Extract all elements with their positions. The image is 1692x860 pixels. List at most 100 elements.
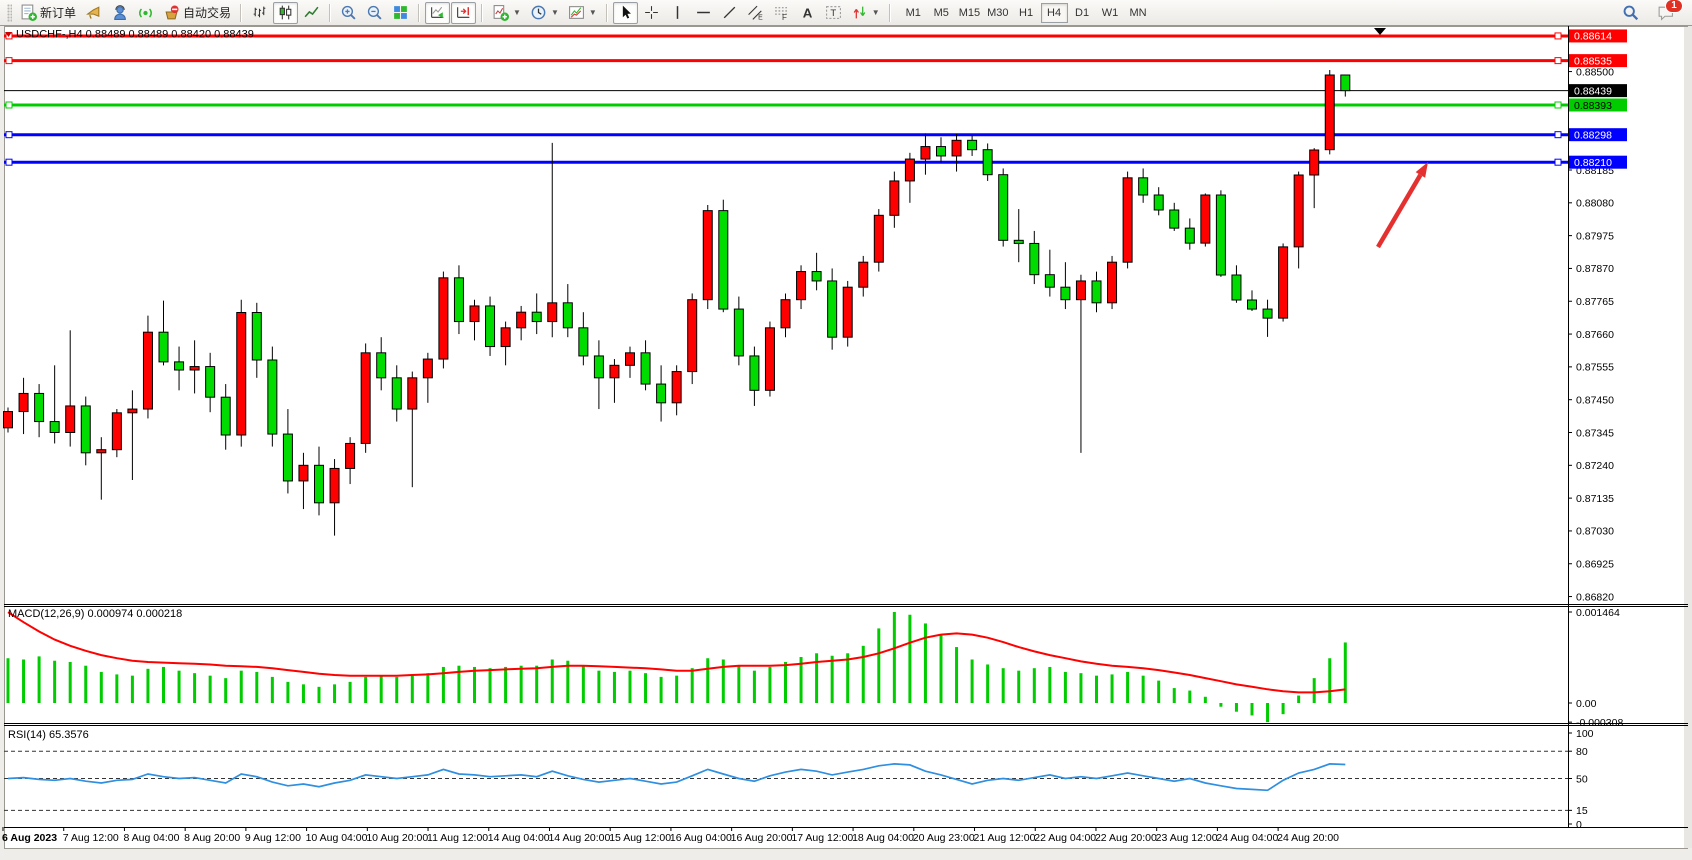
news-signal-button[interactable] [133,2,158,24]
zoom-out-button[interactable] [362,2,387,24]
toolbar-grip[interactable] [7,4,12,22]
timeframe-h1[interactable]: H1 [1013,3,1040,23]
auto-trading-button[interactable]: 自动交易 [159,2,235,24]
chevron-down-icon: ▼ [589,8,597,17]
svg-text:F: F [782,13,787,21]
price-tick-label: 0.87555 [1576,362,1614,374]
sound-alerts-button[interactable] [81,2,106,24]
bar-chart-mode-button[interactable] [247,2,272,24]
candle-body-bear [1045,275,1054,288]
price-tick-label: 0.87765 [1576,296,1614,308]
auto-trading-label: 自动交易 [183,4,231,21]
svg-text:A: A [803,5,813,20]
line-handle-right[interactable] [1555,132,1561,138]
macd-histogram-bar [706,658,709,703]
trendline-tool-button[interactable] [717,2,742,24]
candle-body-bull [1325,75,1334,150]
candle-body-bull [1279,247,1288,318]
auto-scroll-icon [429,4,446,21]
line-handle-left[interactable] [6,102,12,108]
candle-body-bull [1076,281,1085,300]
price-label-text: 0.88210 [1574,157,1612,169]
macd-histogram-bar [349,682,352,703]
line-chart-mode-button[interactable] [299,2,324,24]
line-handle-right[interactable] [1555,58,1561,64]
price-label-text: 0.88393 [1574,100,1612,112]
timeframe-w1[interactable]: W1 [1097,3,1124,23]
candle-body-bear [50,422,59,433]
line-handle-left[interactable] [6,58,12,64]
macd-histogram-bar [473,667,476,703]
cursor-tool-button[interactable] [613,2,638,24]
macd-histogram-bar [613,672,616,703]
indicators-list-button[interactable]: ▼ [488,2,525,24]
chart-window[interactable]: 0.885000.881850.880800.879750.878700.877… [0,26,1692,860]
fibonacci-tool-button[interactable]: F [769,2,794,24]
equidistant-channel-tool-button[interactable]: E [743,2,768,24]
search-button[interactable] [1618,2,1643,24]
support-operator-button[interactable] [107,2,132,24]
timeframe-mn[interactable]: MN [1125,3,1152,23]
price-tick-label: 0.86925 [1576,559,1614,571]
crosshair-tool-button[interactable] [639,2,664,24]
candle-body-bear [1014,240,1023,243]
notifications-button[interactable]: 1 [1653,2,1678,24]
toolbar-separator [481,4,483,22]
zoom-in-button[interactable] [336,2,361,24]
time-tick-label: 9 Aug 12:00 [245,832,301,844]
text-tool-button[interactable]: A [795,2,820,24]
candle-body-bear [750,356,759,390]
price-tick-label: 0.87975 [1576,230,1614,242]
periods-list-button[interactable]: ▼ [526,2,563,24]
notification-badge: 1 [1665,0,1683,13]
macd-histogram-bar [22,659,25,703]
timeframe-m30[interactable]: M30 [984,3,1011,23]
line-handle-right[interactable] [1555,159,1561,165]
candle-body-bull [921,147,930,160]
macd-histogram-bar [1126,672,1129,703]
chart-background[interactable] [4,26,1684,848]
timeframe-h4[interactable]: H4 [1041,3,1068,23]
timeframe-m15[interactable]: M15 [956,3,983,23]
timeframe-m5[interactable]: M5 [928,3,955,23]
candle-body-bear [1341,75,1350,91]
tile-windows-button[interactable] [388,2,413,24]
chart-shift-button[interactable] [451,2,476,24]
line-handle-left[interactable] [6,159,12,165]
arrows-tool-button[interactable]: ▼ [847,2,884,24]
rsi-label: RSI(14) 65.3576 [8,729,89,741]
chevron-down-icon: ▼ [551,8,559,17]
vertical-line-tool-button[interactable] [665,2,690,24]
horizontal-line-tool-button[interactable] [691,2,716,24]
macd-tick-label: 0.001464 [1576,607,1620,619]
auto-scroll-button[interactable] [425,2,450,24]
timeframe-m1[interactable]: M1 [900,3,927,23]
candle-body-bull [237,313,246,436]
macd-histogram-bar [1111,674,1114,703]
macd-histogram-bar [955,647,958,703]
text-label-tool-button[interactable]: T [821,2,846,24]
window-right-edge [1684,26,1692,848]
templates-button[interactable]: ▼ [564,2,601,24]
candle-body-bear [719,211,728,309]
candle-body-bull [626,353,635,366]
line-handle-left[interactable] [6,132,12,138]
line-handle-right[interactable] [1555,33,1561,39]
candle-body-bear [641,353,650,384]
rsi-tick-label: 80 [1576,746,1588,758]
candle-body-bear [1030,243,1039,274]
candlestick-mode-button[interactable] [273,2,298,24]
new-order-button[interactable]: 新订单 [16,2,80,24]
macd-label: MACD(12,26,9) 0.000974 0.000218 [8,608,182,620]
macd-histogram-bar [660,677,663,703]
timeframe-d1[interactable]: D1 [1069,3,1096,23]
candle-body-bull [4,412,13,428]
macd-histogram-bar [255,672,258,703]
price-label-text: 0.88439 [1574,85,1612,97]
chevron-down-icon: ▼ [513,8,521,17]
candle-body-bull [190,367,199,370]
chart-shift-icon [455,4,472,21]
line-handle-right[interactable] [1555,102,1561,108]
macd-histogram-bar [411,676,414,703]
rsi-tick-label: 0 [1576,819,1582,831]
